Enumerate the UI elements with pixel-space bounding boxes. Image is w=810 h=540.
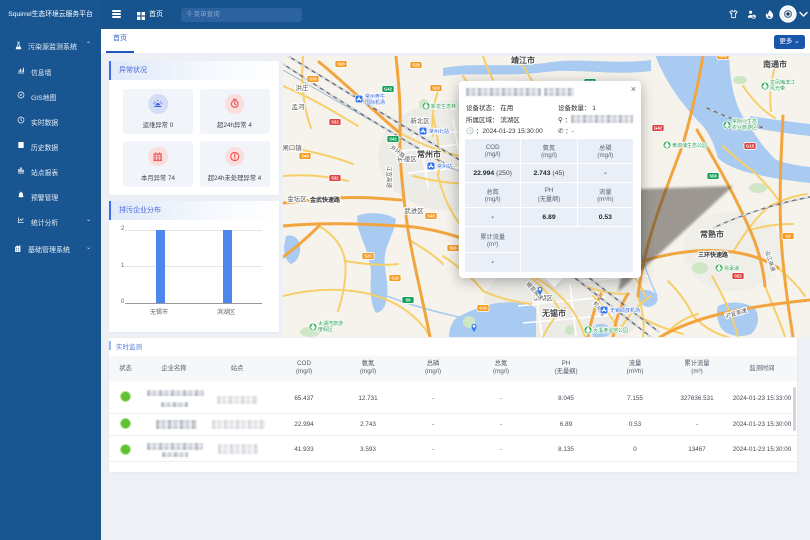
- svg-text:532: 532: [332, 176, 340, 181]
- svg-text:G15: G15: [746, 144, 755, 149]
- svg-text:S32: S32: [331, 120, 339, 125]
- svg-text:常阴沙生态: 常阴沙生态: [732, 118, 757, 125]
- svg-text:金武快速路: 金武快速路: [309, 196, 341, 204]
- svg-text:G42: G42: [654, 126, 663, 131]
- svg-text:孟河: 孟河: [292, 102, 306, 111]
- svg-text:S48: S48: [427, 214, 435, 219]
- svg-text:S18: S18: [391, 276, 399, 281]
- svg-text:S28: S28: [412, 63, 420, 68]
- svg-text:S20: S20: [364, 254, 372, 259]
- svg-text:黄泗浦生态公园: 黄泗浦生态公园: [672, 142, 707, 149]
- svg-text:南通市: 南通市: [763, 59, 787, 69]
- svg-text:农业旅游区: 农业旅游区: [732, 124, 757, 131]
- svg-text:常州市: 常州市: [417, 149, 441, 159]
- svg-text:G40: G40: [719, 56, 728, 59]
- svg-text:龙凤梅滨江: 龙凤梅滨江: [770, 79, 795, 86]
- svg-text:江宜高速: 江宜高速: [385, 166, 393, 189]
- svg-text:S42: S42: [389, 137, 397, 142]
- svg-text:昆承湖: 昆承湖: [724, 265, 739, 272]
- svg-text:无锡市: 无锡市: [541, 308, 566, 318]
- svg-text:新北区: 新北区: [410, 116, 430, 125]
- svg-text:常州奔牛: 常州奔牛: [365, 93, 385, 100]
- svg-text:三环快速路: 三环快速路: [698, 251, 729, 259]
- svg-text:常熟市: 常熟市: [700, 229, 724, 239]
- svg-text:太湖湾旅游: 太湖湾旅游: [318, 320, 343, 327]
- svg-text:无锡硕放机场: 无锡硕放机场: [610, 307, 640, 314]
- svg-text:S58: S58: [709, 174, 717, 179]
- svg-text:S39: S39: [309, 77, 317, 82]
- svg-text:闸口镇: 闸口镇: [283, 143, 302, 152]
- svg-text:新龙生态林: 新龙生态林: [431, 103, 456, 110]
- svg-text:S8: S8: [405, 298, 411, 303]
- svg-text:国际机场: 国际机场: [365, 99, 385, 106]
- svg-text:S52: S52: [734, 274, 742, 279]
- svg-text:度假区: 度假区: [318, 326, 333, 333]
- svg-text:大溪港湿地公园: 大溪港湿地公园: [593, 327, 628, 334]
- svg-text:S58: S58: [449, 246, 457, 251]
- svg-text:S93: S93: [337, 62, 345, 67]
- svg-text:风光带: 风光带: [770, 85, 785, 92]
- svg-text:靖江市: 靖江市: [511, 56, 535, 65]
- svg-text:常州北站: 常州北站: [429, 128, 449, 135]
- svg-text:G2: G2: [785, 234, 791, 239]
- svg-text:洪庄: 洪庄: [296, 83, 310, 92]
- svg-text:S29: S29: [432, 86, 440, 91]
- svg-text:G42: G42: [384, 87, 393, 92]
- svg-text:S19: S19: [479, 306, 487, 311]
- svg-text:金坛区: 金坛区: [287, 194, 307, 203]
- svg-text:常州站: 常州站: [437, 163, 452, 170]
- svg-text:S48: S48: [301, 154, 309, 159]
- svg-text:武进区: 武进区: [404, 206, 424, 215]
